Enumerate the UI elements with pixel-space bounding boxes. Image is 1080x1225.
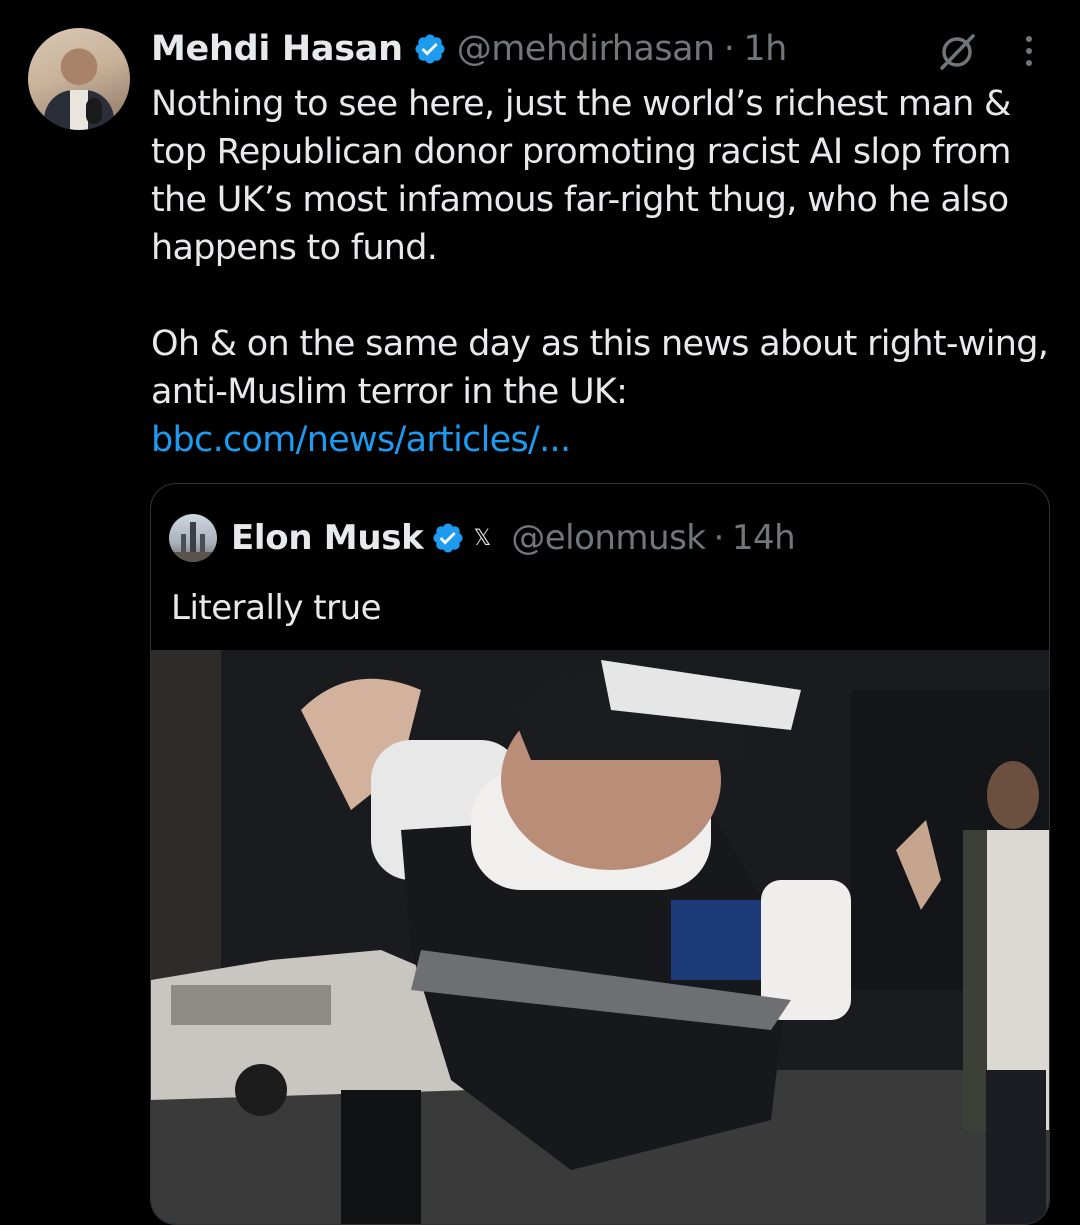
quote-media[interactable] (151, 650, 1049, 1224)
quote-author-handle[interactable]: @elonmusk (511, 518, 706, 558)
grok-icon[interactable] (936, 30, 978, 72)
quote-separator: · (713, 518, 725, 558)
author-handle[interactable]: @mehdirhasan (457, 24, 716, 74)
quote-header: Elon Musk 𝕏 @elonmusk · 14h (231, 514, 796, 562)
quoted-tweet[interactable]: Elon Musk 𝕏 @elonmusk · 14h Literally tr… (150, 483, 1050, 1225)
article-link[interactable]: bbc.com/news/articles/... (151, 420, 571, 460)
author-name[interactable]: Mehdi Hasan (151, 24, 403, 74)
tweet-paragraph-1: Nothing to see here, just the world’s ri… (151, 84, 1011, 268)
rocket-image (169, 522, 217, 562)
tweet-paragraph-2: Oh & on the same day as this news about … (151, 324, 1049, 412)
quote-author-name[interactable]: Elon Musk (231, 518, 424, 558)
avatar-microphone (86, 98, 102, 124)
quote-timestamp[interactable]: 14h (732, 518, 796, 558)
verified-badge-icon (415, 34, 445, 64)
timestamp[interactable]: 1h (743, 24, 787, 74)
author-avatar[interactable] (28, 28, 130, 130)
more-options-icon[interactable] (1014, 32, 1044, 70)
media-scene (151, 650, 1049, 1224)
quote-author-avatar[interactable] (169, 514, 217, 562)
quote-text: Literally true (171, 588, 382, 628)
tweet-header: Mehdi Hasan @mehdirhasan · 1h (151, 24, 787, 74)
separator: · (723, 29, 735, 69)
tweet-body: Nothing to see here, just the world’s ri… (151, 80, 1051, 464)
verified-badge-icon (433, 523, 463, 553)
x-affiliate-badge: 𝕏 (473, 525, 492, 551)
